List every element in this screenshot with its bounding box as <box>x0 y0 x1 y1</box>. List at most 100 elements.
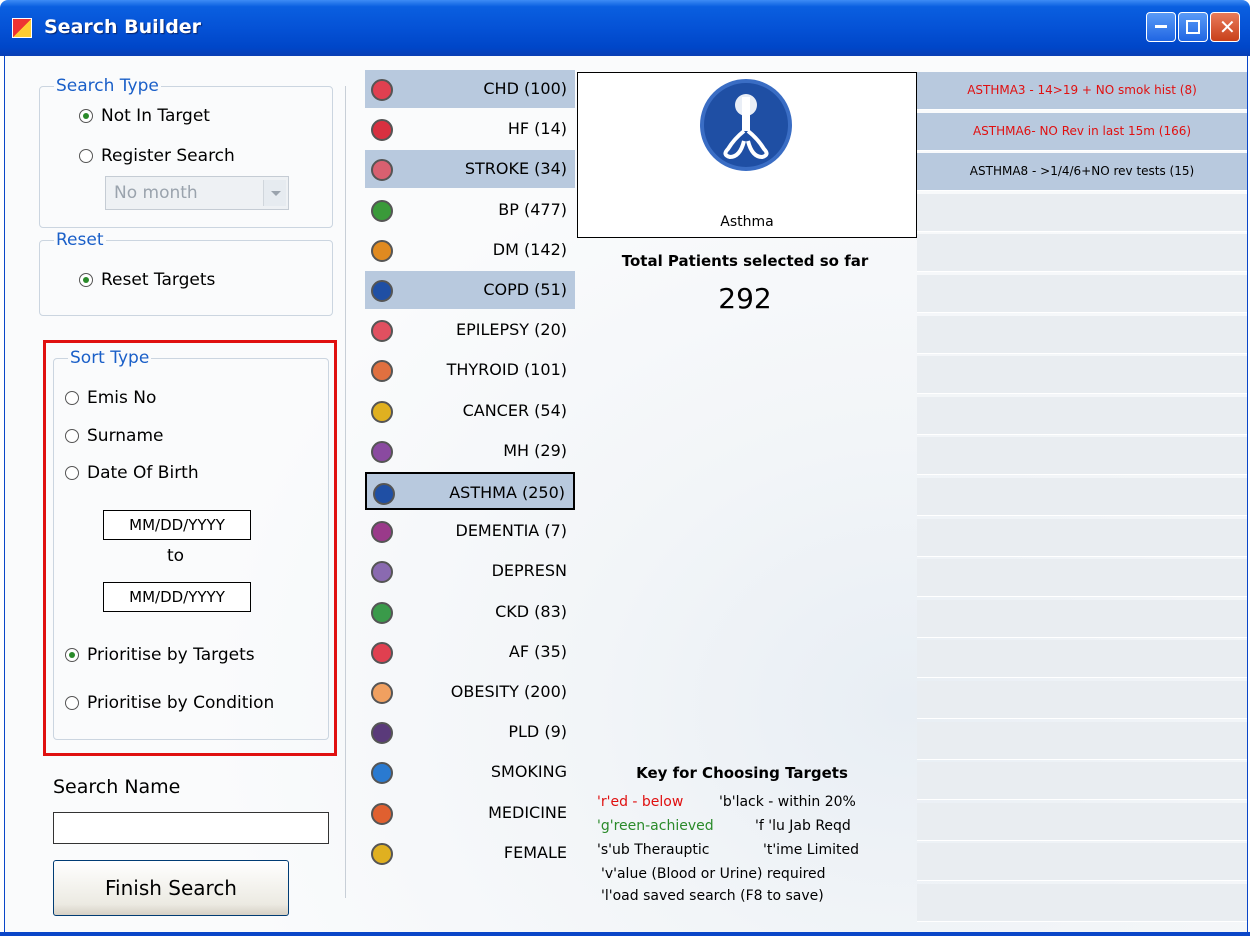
target-empty-row[interactable] <box>917 396 1247 435</box>
radio-emis-no[interactable]: Emis No <box>65 388 156 408</box>
search-name-input[interactable] <box>53 812 329 844</box>
syringe-icon <box>371 239 393 262</box>
iq-icon <box>371 722 393 745</box>
lungs-icon <box>373 483 395 505</box>
condition-item[interactable]: DEPRESN <box>365 552 575 590</box>
condition-item[interactable]: BP (477) <box>365 191 575 229</box>
condition-preview: Asthma <box>577 72 917 238</box>
condition-item[interactable]: EPILEPSY (20) <box>365 311 575 349</box>
radio-register-search[interactable]: Register Search <box>79 146 235 166</box>
target-empty-row[interactable] <box>917 599 1247 638</box>
date-to-field[interactable]: MM/DD/YYYY <box>103 582 251 612</box>
target-empty-row[interactable] <box>917 315 1247 354</box>
maximize-button[interactable] <box>1178 12 1208 42</box>
minimize-button[interactable] <box>1146 12 1176 42</box>
radio-not-in-target[interactable]: Not In Target <box>79 106 210 126</box>
finish-search-button[interactable]: Finish Search <box>53 860 289 916</box>
total-value: 292 <box>718 282 772 315</box>
condition-label: FEMALE <box>503 842 567 862</box>
lungs-icon <box>371 280 393 302</box>
depression-icon <box>371 561 393 584</box>
target-empty-row[interactable] <box>917 518 1247 557</box>
key-green: 'g'reen-achieved <box>597 818 714 834</box>
search-name-label: Search Name <box>53 776 181 798</box>
condition-item[interactable]: AF (35) <box>365 633 575 671</box>
separator <box>345 86 346 898</box>
radio-selected-icon[interactable] <box>79 109 93 123</box>
app-icon <box>12 18 32 38</box>
target-label: ASTHMA8 - >1/4/6+NO rev tests (15) <box>969 164 1195 179</box>
target-item[interactable]: ASTHMA6- NO Rev in last 15m (166) <box>917 112 1247 151</box>
condition-label: DM (142) <box>492 239 567 259</box>
condition-label: COPD (51) <box>483 280 567 299</box>
condition-label: EPILEPSY (20) <box>455 320 567 340</box>
condition-label: ASTHMA (250) <box>449 483 565 502</box>
radio-icon[interactable] <box>79 149 93 163</box>
close-icon: ✕ <box>1219 15 1236 39</box>
target-empty-row[interactable] <box>917 234 1247 273</box>
condition-item[interactable]: HF (14) <box>365 110 575 148</box>
target-empty-row[interactable] <box>917 275 1247 313</box>
sort-type-legend: Sort Type <box>70 348 150 368</box>
radio-date-of-birth[interactable]: Date Of Birth <box>65 463 199 483</box>
condition-item[interactable]: MH (29) <box>365 432 575 470</box>
brain-icon <box>371 159 393 182</box>
kidney-icon <box>371 601 393 624</box>
target-empty-row[interactable] <box>917 640 1247 679</box>
condition-item[interactable]: DM (142) <box>365 231 575 269</box>
condition-item[interactable]: SMOKING <box>365 753 575 791</box>
radio-prioritise-targets[interactable]: Prioritise by Targets <box>65 645 255 665</box>
condition-item[interactable]: CHD (100) <box>365 70 575 108</box>
condition-item[interactable]: THYROID (101) <box>365 351 575 389</box>
target-label: ASTHMA3 - 14>19 + NO smok hist (8) <box>967 83 1197 97</box>
condition-item[interactable]: DEMENTIA (7) <box>365 512 575 550</box>
target-empty-row[interactable] <box>917 437 1247 476</box>
thermometer-icon <box>371 199 393 222</box>
target-empty-row[interactable] <box>917 193 1247 232</box>
condition-item[interactable]: COPD (51) <box>365 271 575 309</box>
target-item[interactable]: ASTHMA8 - >1/4/6+NO rev tests (15) <box>917 153 1247 192</box>
target-empty-row[interactable] <box>917 843 1247 882</box>
month-select[interactable]: No month <box>105 176 289 210</box>
condition-item[interactable]: CANCER (54) <box>365 392 575 430</box>
key-black: 'b'lack - within 20% <box>719 794 856 810</box>
thyroid-icon <box>371 360 393 383</box>
close-button[interactable]: ✕ <box>1210 12 1240 42</box>
target-empty-row[interactable] <box>917 356 1247 395</box>
target-empty-row[interactable] <box>917 559 1247 598</box>
condition-item[interactable]: ASTHMA (250) <box>365 472 575 510</box>
date-from-field[interactable]: MM/DD/YYYY <box>103 510 251 540</box>
condition-label: AF (35) <box>508 641 567 661</box>
condition-label: MH (29) <box>503 440 567 460</box>
target-empty-row[interactable] <box>917 802 1247 841</box>
condition-item[interactable]: PLD (9) <box>365 713 575 751</box>
condition-item[interactable]: CKD (83) <box>365 593 575 631</box>
radio-selected-icon[interactable] <box>79 273 93 287</box>
condition-item[interactable]: OBESITY (200) <box>365 673 575 711</box>
condition-item[interactable]: MEDICINE <box>365 794 575 832</box>
key-red: 'r'ed - below <box>597 794 684 810</box>
dementia-icon <box>371 521 393 544</box>
target-empty-row[interactable] <box>917 762 1247 801</box>
radio-surname[interactable]: Surname <box>65 426 163 446</box>
condition-label: THYROID (101) <box>446 360 567 380</box>
condition-label: MEDICINE <box>488 802 567 822</box>
window-border <box>0 932 1250 936</box>
date-to-label: to <box>167 546 185 566</box>
total-label: Total Patients selected so far <box>621 252 869 270</box>
chevron-down-icon[interactable] <box>263 180 286 206</box>
target-empty-row[interactable] <box>917 721 1247 760</box>
target-item[interactable]: ASTHMA3 - 14>19 + NO smok hist (8) <box>917 72 1247 110</box>
condition-item[interactable]: STROKE (34) <box>365 150 575 189</box>
target-empty-row[interactable] <box>917 478 1247 516</box>
mental-health-icon <box>371 440 393 463</box>
target-empty-row[interactable] <box>917 884 1247 922</box>
condition-label: STROKE (34) <box>464 159 567 179</box>
target-empty-row[interactable] <box>917 681 1247 719</box>
obesity-icon <box>371 682 393 704</box>
radio-prioritise-condition[interactable]: Prioritise by Condition <box>65 693 274 713</box>
medicine-icon <box>371 802 393 825</box>
condition-item[interactable]: FEMALE <box>365 834 575 872</box>
lungs-icon <box>700 79 792 171</box>
radio-reset-targets[interactable]: Reset Targets <box>79 270 215 290</box>
